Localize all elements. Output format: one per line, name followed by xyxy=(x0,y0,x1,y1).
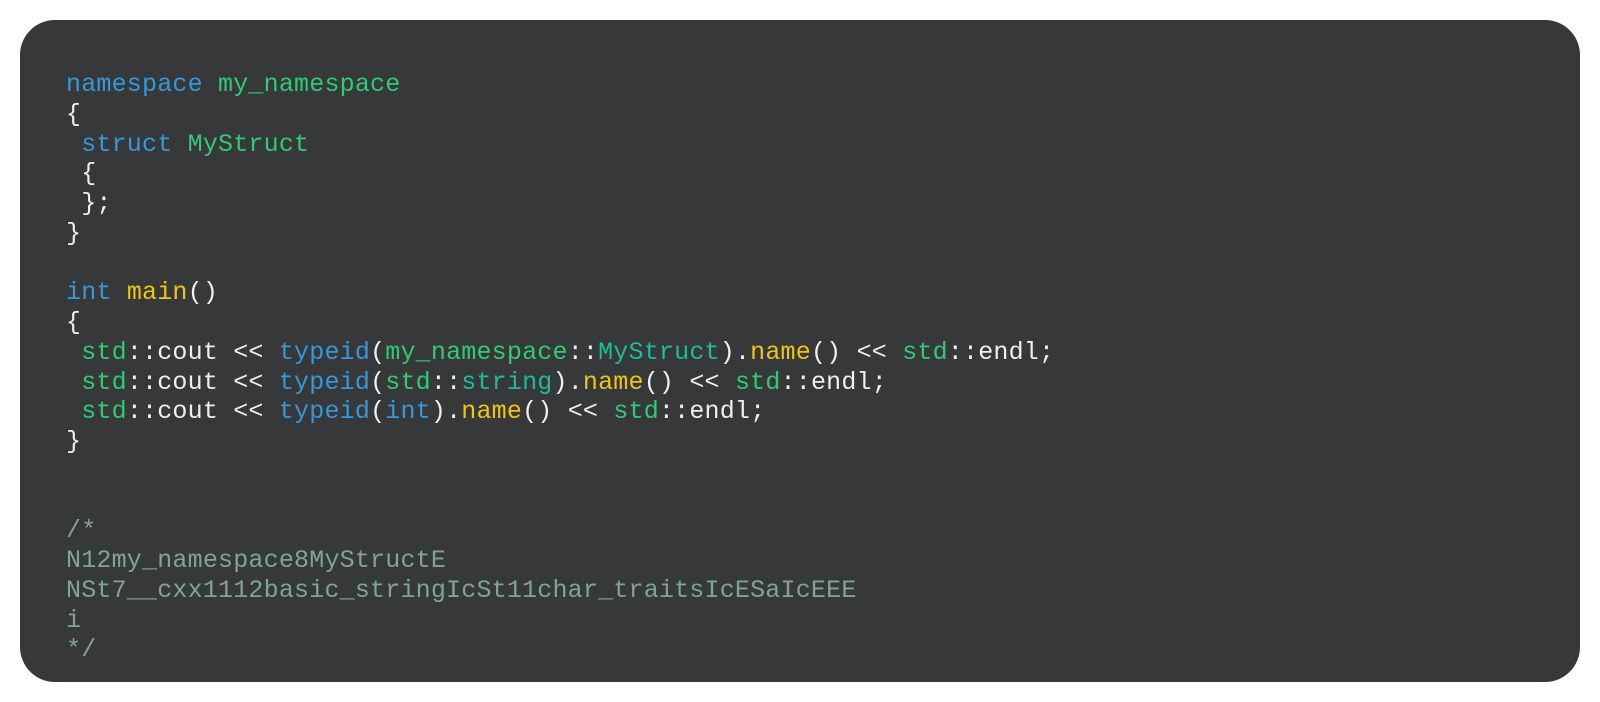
brace-close-semi: }; xyxy=(81,189,111,218)
fn-name: name xyxy=(750,338,811,367)
brace-open: { xyxy=(66,100,81,129)
comment-line: NSt7__cxx1112basic_stringIcSt11char_trai… xyxy=(66,576,857,605)
comment-line: i xyxy=(66,606,81,635)
brace-close: } xyxy=(66,219,81,248)
fn-name: name xyxy=(583,368,644,397)
ns-ref: std xyxy=(385,368,431,397)
struct-name: MyStruct xyxy=(188,130,310,159)
type-ref: MyStruct xyxy=(598,338,720,367)
typeid-kw: typeid xyxy=(279,397,370,426)
endl: endl xyxy=(978,338,1039,367)
brace-close: } xyxy=(66,427,81,456)
cout: cout xyxy=(157,368,218,397)
cout: cout xyxy=(157,397,218,426)
ns-ref: my_namespace xyxy=(385,338,567,367)
keyword-namespace: namespace xyxy=(66,70,203,99)
endl: endl xyxy=(811,368,872,397)
comment-open: /* xyxy=(66,516,96,545)
fn-name: name xyxy=(461,397,522,426)
cout: cout xyxy=(157,338,218,367)
namespace-name: my_namespace xyxy=(218,70,400,99)
type-ref: int xyxy=(385,397,431,426)
parens: () xyxy=(188,278,218,307)
code-block: namespace my_namespace { struct MyStruct… xyxy=(20,20,1580,682)
typeid-kw: typeid xyxy=(279,368,370,397)
op-lshift: << xyxy=(233,338,263,367)
fn-main: main xyxy=(127,278,188,307)
type-ref: string xyxy=(461,368,552,397)
comment-close: */ xyxy=(66,635,96,664)
brace-open: { xyxy=(66,308,81,337)
comment-line: N12my_namespace8MyStructE xyxy=(66,546,446,575)
code-content: namespace my_namespace { struct MyStruct… xyxy=(66,70,1534,665)
endl: endl xyxy=(689,397,750,426)
brace-open: { xyxy=(81,159,96,188)
std-ns: std xyxy=(81,338,127,367)
typeid-kw: typeid xyxy=(279,338,370,367)
type-int: int xyxy=(66,278,112,307)
std-ns: std xyxy=(81,397,127,426)
std-ns: std xyxy=(81,368,127,397)
keyword-struct: struct xyxy=(81,130,172,159)
